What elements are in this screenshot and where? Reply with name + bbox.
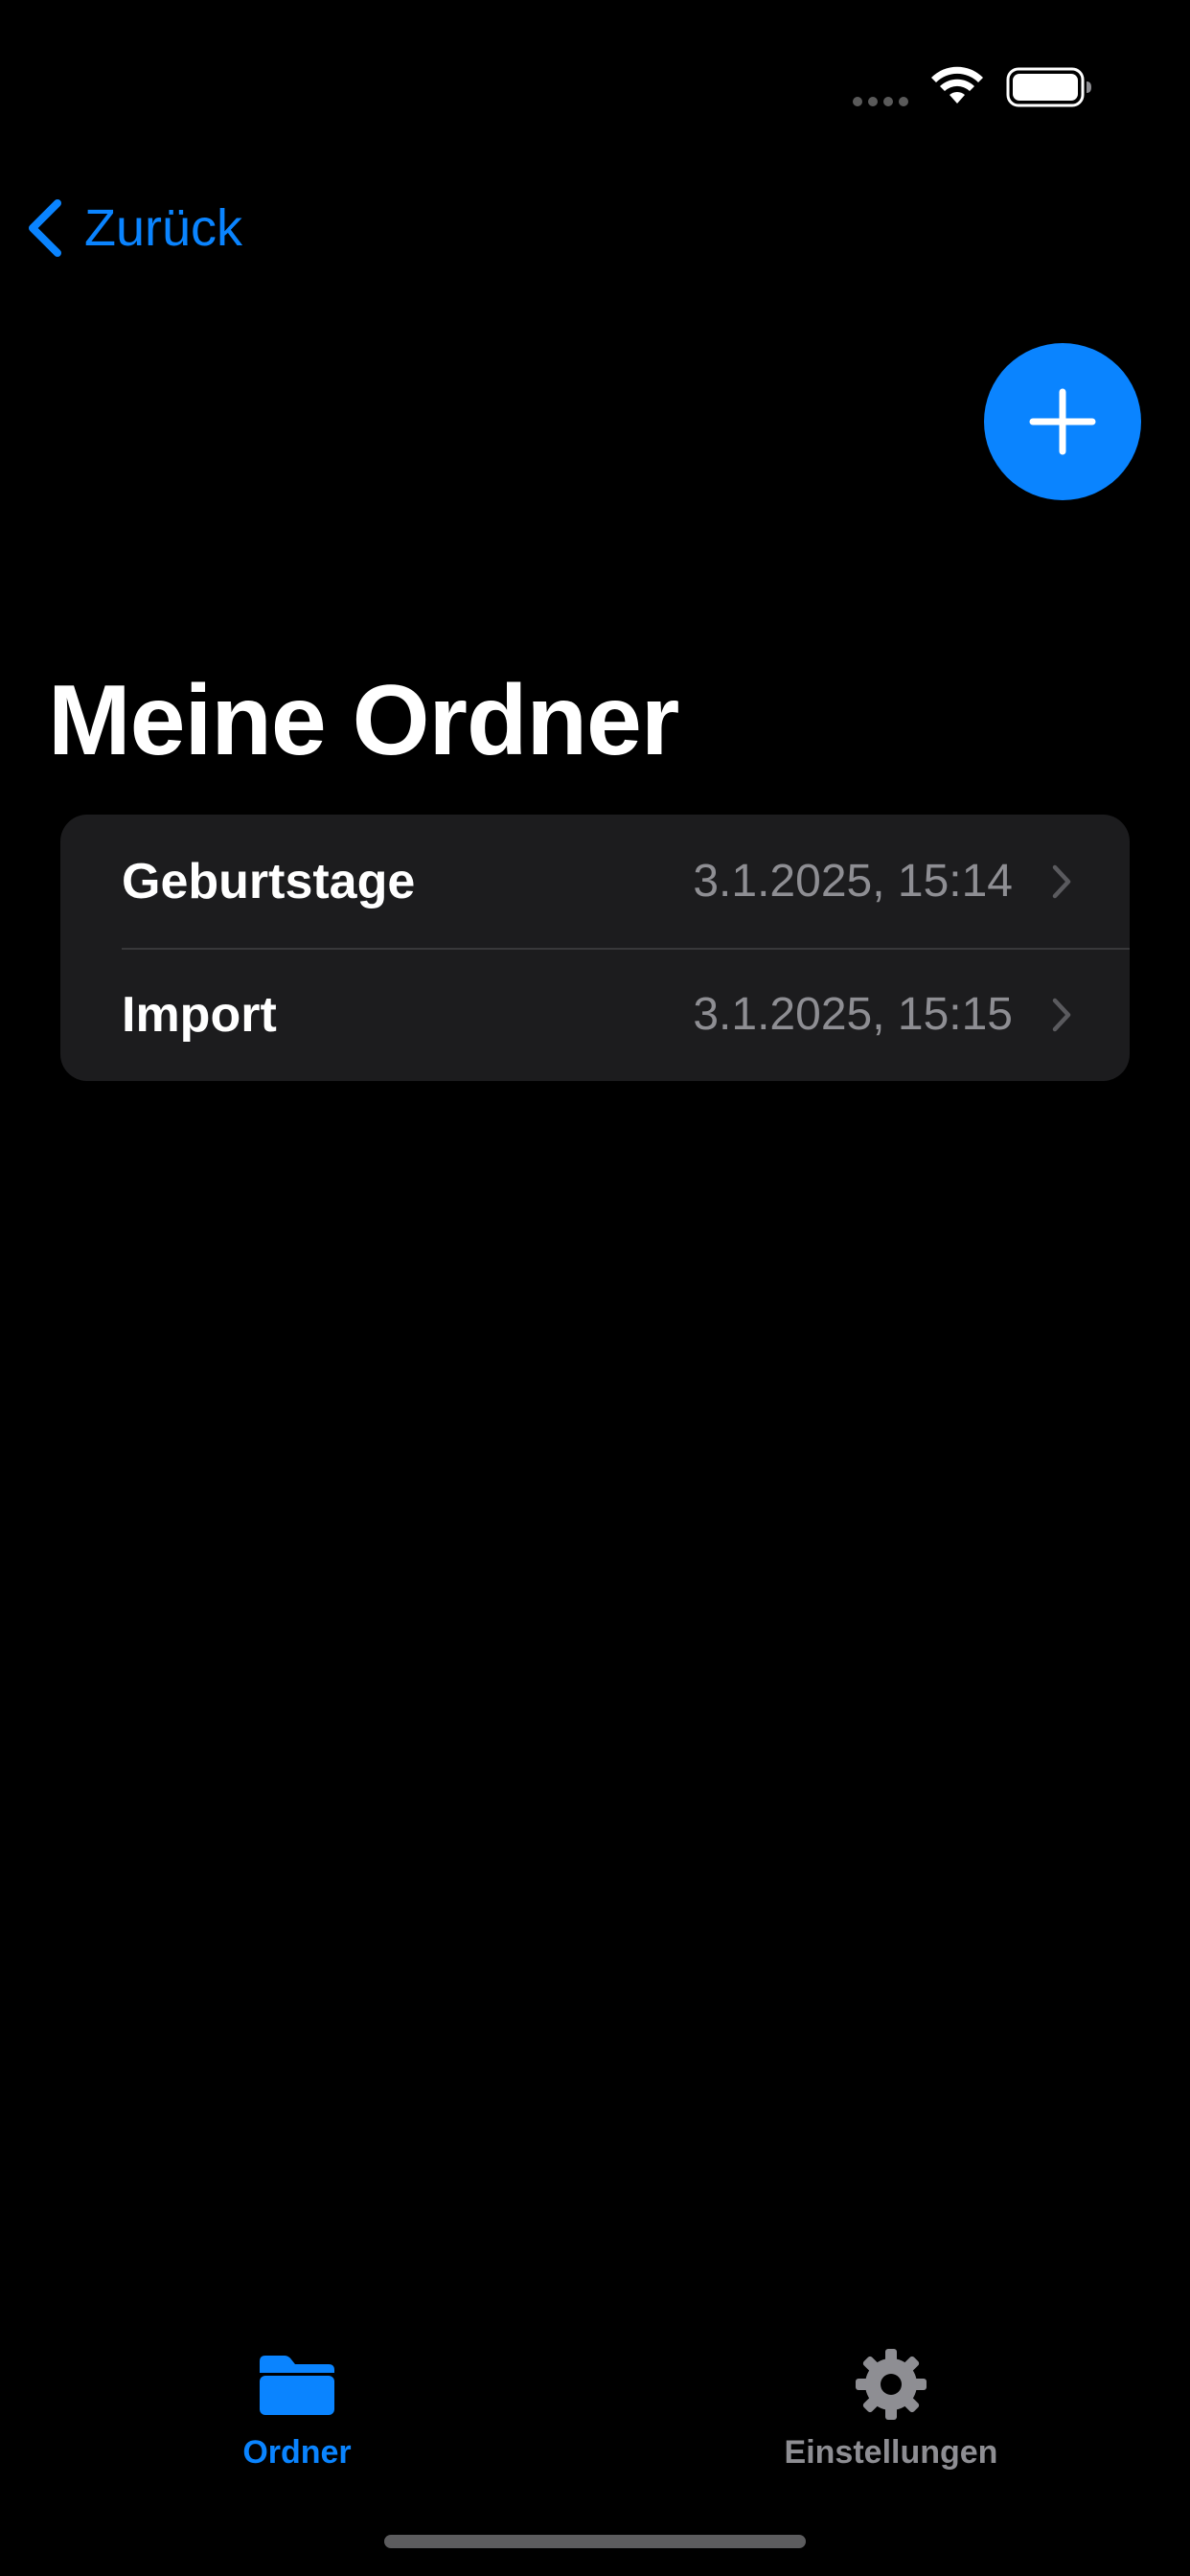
folder-date: 3.1.2025, 15:14 [693, 856, 1013, 907]
folder-icon [260, 2356, 334, 2415]
folder-row-import[interactable]: Import 3.1.2025, 15:15 [60, 948, 1130, 1081]
back-button-label: Zurück [84, 199, 243, 257]
tab-label: Einstellungen [784, 2434, 998, 2471]
folder-list: Geburtstage 3.1.2025, 15:14 Import 3.1.2… [60, 815, 1130, 1081]
home-indicator [384, 2535, 806, 2548]
chevron-right-icon [1052, 998, 1071, 1031]
tab-label: Ordner [242, 2434, 352, 2471]
signal-dots-icon [853, 97, 908, 106]
folder-row-geburtstage[interactable]: Geburtstage 3.1.2025, 15:14 [60, 815, 1130, 948]
page-title: Meine Ordner [48, 665, 679, 776]
tab-ordner[interactable]: Ordner [153, 2348, 441, 2472]
wifi-icon [931, 66, 983, 104]
folder-name: Import [122, 986, 277, 1043]
folder-name: Geburtstage [122, 853, 416, 909]
gear-icon [856, 2349, 927, 2420]
tab-bar: Ordner Einstellungen [0, 2319, 1190, 2492]
status-bar [0, 0, 1190, 144]
add-folder-button[interactable] [984, 343, 1141, 500]
back-button[interactable]: Zurück [25, 192, 242, 264]
plus-icon [1029, 388, 1096, 455]
chevron-right-icon [1052, 864, 1071, 898]
chevron-left-icon [29, 199, 61, 257]
tab-einstellungen[interactable]: Einstellungen [747, 2348, 1035, 2472]
battery-icon [1006, 67, 1091, 107]
folder-date: 3.1.2025, 15:15 [693, 989, 1013, 1040]
